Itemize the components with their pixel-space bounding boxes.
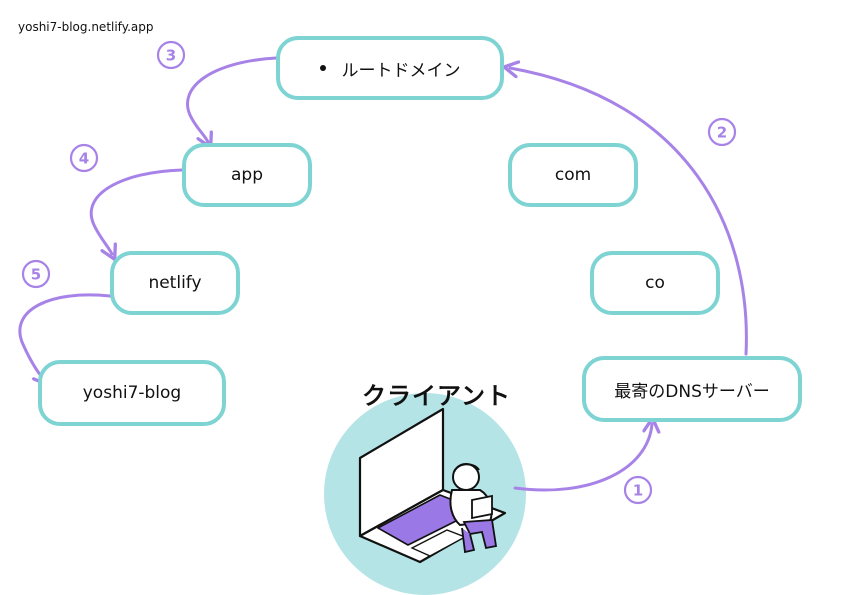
node-com-label: com (554, 165, 592, 185)
node-co-label: co (645, 273, 665, 293)
node-dns-server: 最寄のDNSサーバー (582, 356, 802, 422)
step-badge-3: 3 (156, 40, 186, 70)
step-badge-5: 5 (21, 259, 51, 289)
step-badge-4: 4 (69, 143, 99, 173)
client-label: クライアント (362, 382, 512, 410)
step-number-1: 1 (633, 482, 643, 500)
step-badge-1: 1 (623, 475, 653, 505)
arrow-step-3 (186, 56, 278, 142)
node-dns-server-label: 最寄のDNSサーバー (614, 381, 770, 402)
node-app-label: app (231, 165, 263, 185)
node-netlify: netlify (110, 251, 240, 315)
node-root-domain: ルートドメイン (276, 36, 504, 100)
step-number-2: 2 (717, 124, 727, 142)
node-app: app (182, 143, 312, 207)
step-badge-2: 2 (707, 117, 737, 147)
step-number-3: 3 (166, 47, 176, 65)
step-number-4: 4 (79, 150, 89, 168)
node-root-domain-label: ルートドメイン (341, 60, 461, 81)
bullet-icon (319, 65, 326, 71)
step-number-5: 5 (31, 266, 41, 284)
node-netlify-label: netlify (148, 273, 202, 293)
node-co: co (590, 251, 720, 315)
node-yoshi7-blog: yoshi7-blog (38, 360, 226, 426)
arrow-step-4 (89, 168, 184, 254)
node-yoshi7-blog-label: yoshi7-blog (82, 383, 182, 403)
node-com: com (508, 143, 638, 207)
